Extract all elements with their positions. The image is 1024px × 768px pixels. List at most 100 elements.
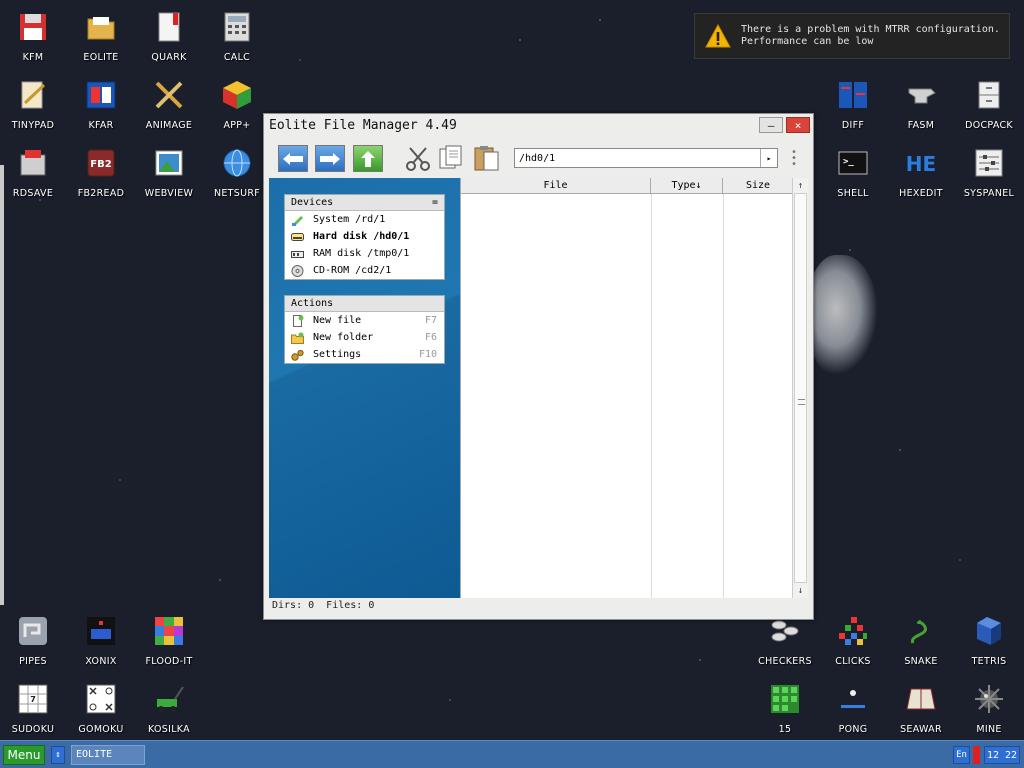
- desktop-icon-mine[interactable]: MINE: [957, 675, 1021, 739]
- svg-text:FB2: FB2: [90, 159, 111, 170]
- scroll-up-button[interactable]: ↑: [793, 178, 808, 193]
- xonix-icon: [85, 615, 117, 647]
- desktop-icon-clicks[interactable]: CLICKS: [821, 607, 885, 671]
- desktop-icon-pipes[interactable]: PIPES: [1, 607, 65, 671]
- seawar-icon: [905, 683, 937, 715]
- desktop-icon-flood-it[interactable]: FLOOD-IT: [137, 607, 201, 671]
- vertical-scrollbar[interactable]: ↑ ↓: [792, 178, 808, 598]
- action-shortcut: F6: [424, 332, 437, 343]
- calculator-icon: [221, 11, 253, 43]
- devices-panel: Devices = System /rd/1 Hard disk /hd0/1 RA…: [284, 194, 445, 280]
- cut-button[interactable]: [403, 144, 433, 172]
- desktop-icon-sudoku[interactable]: 7 SUDOKU: [1, 675, 65, 739]
- desktop-icon-shell[interactable]: >_ SHELL: [821, 139, 885, 203]
- sliders-icon: [973, 147, 1005, 179]
- desktop-icon-label: SYSPANEL: [963, 188, 1015, 199]
- desktop-icon-label: FLOOD-IT: [145, 656, 193, 667]
- column-size[interactable]: Size: [723, 178, 793, 194]
- desktop-icon-tetris[interactable]: TETRIS: [957, 607, 1021, 671]
- desktop-icon-gomoku[interactable]: GOMOKU: [69, 675, 133, 739]
- system-drive-icon: [291, 214, 304, 226]
- desktop-icon-hexedit[interactable]: HE HEXEDIT: [889, 139, 953, 203]
- mtrr-notification[interactable]: There is a problem with MTRR configurati…: [694, 13, 1010, 59]
- devices-header[interactable]: Devices =: [285, 195, 444, 211]
- language-indicator[interactable]: En: [953, 746, 970, 764]
- desktop-icon-docpack[interactable]: DOCPACK: [957, 71, 1021, 135]
- desktop-icon-label: DIFF: [841, 120, 865, 131]
- devices-toggle[interactable]: =: [432, 197, 438, 208]
- eolite-window[interactable]: Eolite File Manager 4.49 – × /hd0/1 ▸ • …: [263, 113, 814, 620]
- action-label: New folder: [313, 332, 374, 343]
- scroll-thumb[interactable]: [794, 193, 807, 583]
- action-new-file[interactable]: New file F7: [285, 312, 444, 329]
- scroll-down-button[interactable]: ↓: [793, 583, 808, 598]
- file-list[interactable]: File Type↓ Size: [460, 178, 793, 598]
- close-button[interactable]: ×: [786, 117, 810, 133]
- globe-icon: [221, 147, 253, 179]
- path-go-button[interactable]: ▸: [760, 149, 777, 167]
- desktop-icon-eolite[interactable]: EOLITE: [69, 3, 133, 67]
- taskbar-task-eolite[interactable]: EOLITE: [71, 745, 145, 765]
- desktop-icon-webview[interactable]: WEBVIEW: [137, 139, 201, 203]
- desktop-icon-kfm[interactable]: KFM: [1, 3, 65, 67]
- desktop-icon-label: SHELL: [837, 188, 869, 199]
- action-settings[interactable]: Settings F10: [285, 346, 444, 363]
- device-item[interactable]: Hard disk /hd0/1: [285, 228, 444, 245]
- status-bar: Dirs: 0 Files: 0: [272, 600, 375, 611]
- desktop-icon-label: SUDOKU: [11, 724, 55, 735]
- device-item[interactable]: System /rd/1: [285, 211, 444, 228]
- up-button[interactable]: [353, 145, 383, 172]
- desktop-icon-label: NETSURF: [213, 188, 261, 199]
- ram-disk-icon: [291, 248, 304, 260]
- paste-button[interactable]: [472, 144, 502, 172]
- desktop-icon-diff[interactable]: DIFF: [821, 71, 885, 135]
- minimize-button[interactable]: –: [759, 117, 783, 133]
- menu-button[interactable]: Menu: [3, 745, 45, 765]
- clicks-icon: [837, 615, 869, 647]
- path-input[interactable]: /hd0/1: [514, 148, 778, 168]
- device-item[interactable]: RAM disk /tmp0/1: [285, 245, 444, 262]
- desktop-icon-animage[interactable]: ANIMAGE: [137, 71, 201, 135]
- desktop-icon-label: CALC: [223, 52, 251, 63]
- desktop-icon-tinypad[interactable]: TINYPAD: [1, 71, 65, 135]
- warning-icon: [705, 24, 731, 48]
- desktop-icon-fasm[interactable]: FASM: [889, 71, 953, 135]
- desktop-icon-kfar[interactable]: KFAR: [69, 71, 133, 135]
- desktop-icon-15[interactable]: 15: [753, 675, 817, 739]
- column-file[interactable]: File: [461, 178, 651, 194]
- desktop-icon-xonix[interactable]: XONIX: [69, 607, 133, 671]
- desktop-icon-seawar[interactable]: SEAWAR: [889, 675, 953, 739]
- desktop-icon-calc[interactable]: CALC: [205, 3, 269, 67]
- devices-title: Devices: [291, 197, 334, 208]
- back-button[interactable]: [278, 145, 308, 172]
- forward-button[interactable]: [315, 145, 345, 172]
- hex-icon: HE: [905, 147, 937, 179]
- column-type[interactable]: Type↓: [651, 178, 723, 194]
- desktop-icon-label: KFM: [22, 52, 44, 63]
- device-item[interactable]: CD-ROM /cd2/1: [285, 262, 444, 279]
- desktop-icon-quark[interactable]: QUARK: [137, 3, 201, 67]
- desktop-icon-syspanel[interactable]: SYSPANEL: [957, 139, 1021, 203]
- paste-icon: [474, 146, 499, 171]
- desktop-icon-label: SNAKE: [904, 656, 938, 667]
- terminal-icon: >_: [837, 147, 869, 179]
- desktop-icon-netsurf[interactable]: NETSURF: [205, 139, 269, 203]
- desktop-icon-label: DOCPACK: [965, 120, 1013, 131]
- desktop-icon-snake[interactable]: SNAKE: [889, 607, 953, 671]
- desktop-icon-label: TETRIS: [971, 656, 1007, 667]
- clock[interactable]: 12 22: [984, 746, 1020, 764]
- desktop-icon-kosilka[interactable]: KOSILKA: [137, 675, 201, 739]
- notebook-icon: [153, 11, 185, 43]
- window-titlebar[interactable]: Eolite File Manager 4.49 – ×: [264, 114, 813, 136]
- desktop-icon-fb2read[interactable]: FB2 FB2READ: [69, 139, 133, 203]
- more-options-icon[interactable]: • • •: [791, 148, 797, 170]
- cpu-usage-indicator: [973, 746, 980, 764]
- taskbar-switch-button[interactable]: ↕: [51, 746, 65, 764]
- action-new-folder[interactable]: New folder F6: [285, 329, 444, 346]
- svg-text:>_: >_: [843, 157, 854, 167]
- desktop-icon-rdsave[interactable]: RDSAVE: [1, 139, 65, 203]
- copy-button[interactable]: [436, 144, 466, 172]
- desktop-icon-label: TINYPAD: [11, 120, 55, 131]
- desktop-icon-app-[interactable]: APP+: [205, 71, 269, 135]
- desktop-icon-pong[interactable]: PONG: [821, 675, 885, 739]
